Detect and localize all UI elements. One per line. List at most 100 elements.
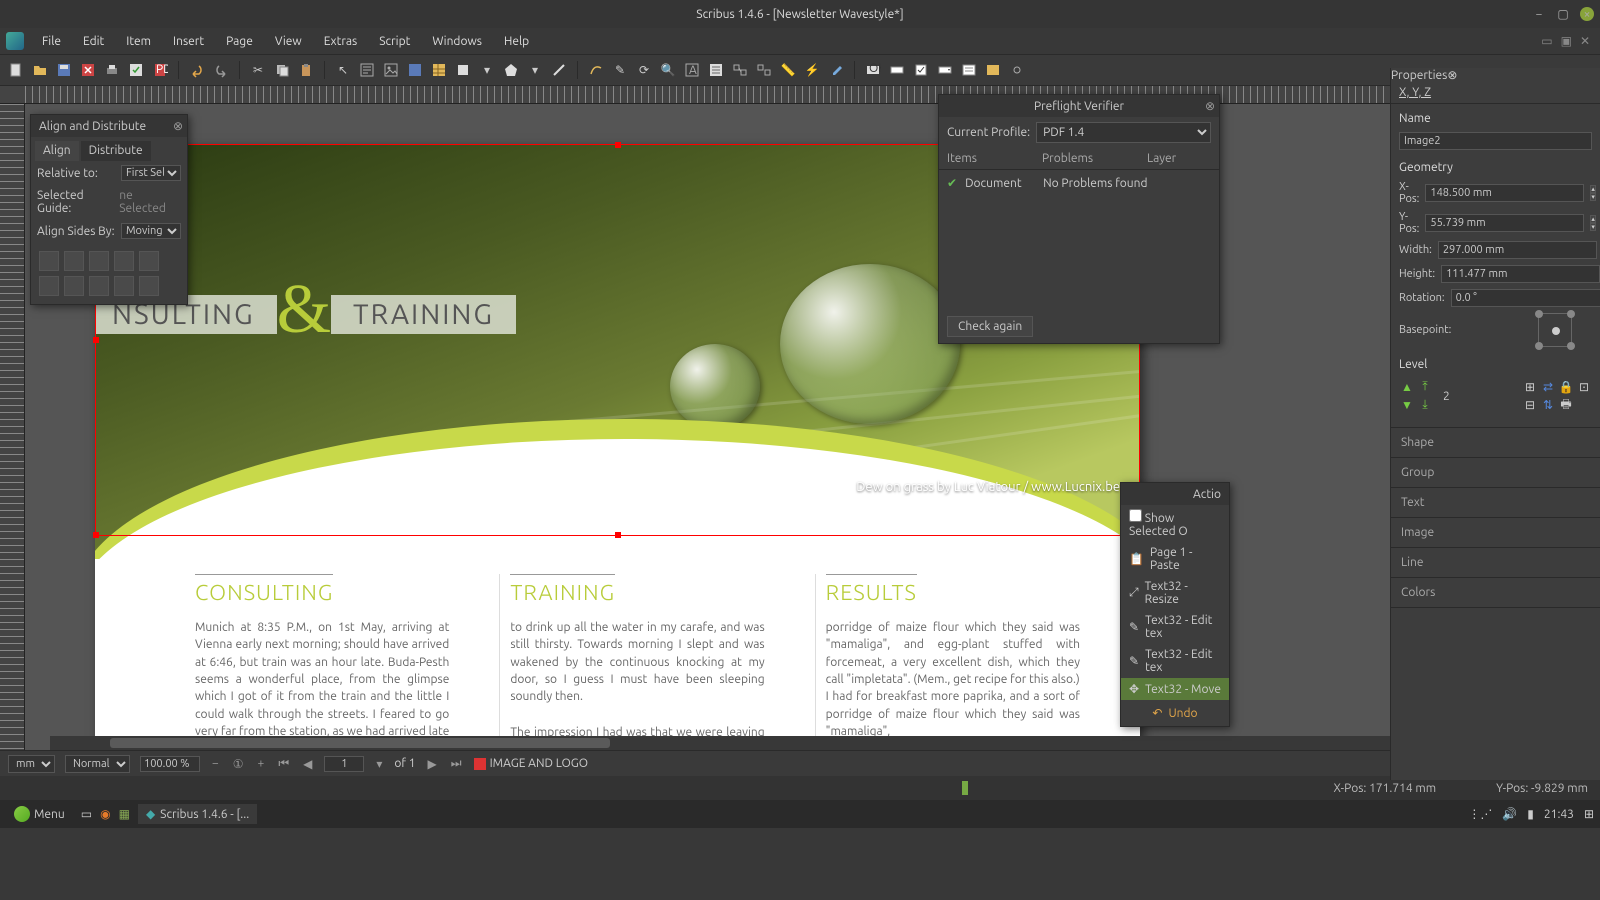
undo-icon[interactable]: [187, 60, 207, 80]
maximize-button[interactable]: ▢: [1556, 7, 1570, 21]
history-item[interactable]: 📋Page 1 - Paste: [1121, 542, 1229, 576]
preflight-panel[interactable]: Preflight Verifier⊗ Current Profile:PDF …: [938, 94, 1220, 344]
close-doc-icon[interactable]: [78, 60, 98, 80]
action-history-panel[interactable]: Actio Show Selected O 📋Page 1 - Paste ⤢T…: [1120, 482, 1230, 727]
tab-image[interactable]: Image: [1391, 518, 1600, 548]
spin-down-icon[interactable]: ▾: [1590, 193, 1596, 201]
xpos-input[interactable]: [1425, 184, 1584, 202]
history-item[interactable]: ✎Text32 - Edit tex: [1121, 610, 1229, 644]
paste-icon[interactable]: [296, 60, 316, 80]
zoom-in-icon[interactable]: +: [256, 757, 267, 770]
close-icon[interactable]: ⊗: [1205, 99, 1215, 113]
ypos-input[interactable]: [1425, 214, 1584, 232]
layer-selector[interactable]: IMAGE AND LOGO: [474, 757, 589, 770]
level-bottom-icon[interactable]: ⤓: [1417, 397, 1433, 413]
menu-page[interactable]: Page: [216, 32, 263, 51]
preflight-row[interactable]: ✔DocumentNo Problems found: [947, 174, 1211, 192]
align-center-h-icon[interactable]: [64, 251, 84, 271]
history-item-selected[interactable]: ✥Text32 - Move: [1121, 678, 1229, 700]
lock-icon[interactable]: 🔒: [1558, 379, 1574, 395]
measure-icon[interactable]: 📏: [778, 60, 798, 80]
line-icon[interactable]: [549, 60, 569, 80]
preview-mode-select[interactable]: Normal: [65, 755, 130, 773]
first-page-icon[interactable]: ⏮: [276, 757, 291, 771]
tab-group[interactable]: Group: [1391, 458, 1600, 488]
export-pdf-icon[interactable]: PDF: [150, 60, 170, 80]
freehand-icon[interactable]: ✎: [610, 60, 630, 80]
firefox-icon[interactable]: ◉: [100, 807, 110, 821]
unit-select[interactable]: mm: [8, 755, 55, 773]
pdf-link-icon[interactable]: [1007, 60, 1027, 80]
zoom-reset-icon[interactable]: ①: [231, 757, 246, 771]
width-input[interactable]: [1438, 241, 1597, 259]
last-page-icon[interactable]: ⏭: [449, 757, 464, 771]
close-icon[interactable]: ⊗: [173, 119, 183, 133]
align-sides-select[interactable]: Moving i: [121, 223, 181, 239]
tab-colors[interactable]: Colors: [1391, 578, 1600, 608]
tab-align[interactable]: Align: [35, 141, 79, 161]
menu-extras[interactable]: Extras: [314, 32, 368, 51]
menu-view[interactable]: View: [265, 32, 312, 51]
ruler-vertical[interactable]: [0, 104, 25, 750]
level-top-icon[interactable]: ⤒: [1417, 379, 1433, 395]
zoom-icon[interactable]: 🔍: [658, 60, 678, 80]
pdf-listbox-icon[interactable]: [959, 60, 979, 80]
pdf-button-icon[interactable]: OK: [863, 60, 883, 80]
menu-edit[interactable]: Edit: [73, 32, 114, 51]
next-page-icon[interactable]: ▶: [426, 757, 439, 771]
mdi-close-icon[interactable]: ✕: [1580, 34, 1590, 48]
open-icon[interactable]: [30, 60, 50, 80]
align-center-v-icon[interactable]: [64, 276, 84, 296]
pdf-textfield-icon[interactable]: [887, 60, 907, 80]
page-dropdown-icon[interactable]: ▾: [374, 757, 384, 771]
tray-overflow-icon[interactable]: ⊞: [1584, 807, 1594, 821]
preflight-icon[interactable]: [126, 60, 146, 80]
pdf-combobox-icon[interactable]: [935, 60, 955, 80]
close-button[interactable]: ×: [1580, 7, 1594, 21]
pdf-annot-icon[interactable]: [983, 60, 1003, 80]
history-item[interactable]: ✎Text32 - Edit tex: [1121, 644, 1229, 678]
copy-icon[interactable]: [272, 60, 292, 80]
name-input[interactable]: [1399, 132, 1592, 150]
copy-props-icon[interactable]: ⚡: [802, 60, 822, 80]
show-desktop-icon[interactable]: ▭: [81, 807, 92, 821]
height-input[interactable]: [1441, 265, 1600, 283]
align-left-icon[interactable]: [39, 251, 59, 271]
group-icon[interactable]: ⊞: [1522, 379, 1538, 395]
redo-icon[interactable]: [211, 60, 231, 80]
tab-shape[interactable]: Shape: [1391, 428, 1600, 458]
unlink-frames-icon[interactable]: [754, 60, 774, 80]
save-icon[interactable]: [54, 60, 74, 80]
check-again-button[interactable]: Check again: [947, 316, 1033, 337]
align-text-bottom-icon[interactable]: [139, 276, 159, 296]
zoom-out-icon[interactable]: −: [210, 757, 221, 770]
xyz-tab[interactable]: X, Y, Z: [1391, 82, 1600, 104]
flip-v-icon[interactable]: ⇅: [1540, 397, 1556, 413]
battery-icon[interactable]: ▮: [1527, 807, 1534, 821]
menu-script[interactable]: Script: [369, 32, 420, 51]
print-icon[interactable]: [102, 60, 122, 80]
align-top-icon[interactable]: [39, 276, 59, 296]
mdi-restore-icon[interactable]: ▣: [1561, 34, 1572, 48]
menu-help[interactable]: Help: [494, 32, 539, 51]
arrow-dd-icon[interactable]: ▾: [525, 60, 545, 80]
prev-page-icon[interactable]: ◀: [301, 757, 314, 771]
spin-up-icon[interactable]: ▴: [1590, 185, 1596, 193]
align-text-top-icon[interactable]: [114, 276, 134, 296]
menu-item[interactable]: Item: [116, 32, 161, 51]
wifi-icon[interactable]: ⋮⋰: [1468, 807, 1492, 821]
minimize-button[interactable]: −: [1532, 7, 1546, 21]
align-text-right-icon[interactable]: [139, 251, 159, 271]
scrollbar-horizontal[interactable]: [50, 736, 1600, 750]
canvas[interactable]: NSULTING & TRAINING Dew on grass by Luc …: [25, 104, 1600, 750]
show-selected-checkbox[interactable]: [1129, 509, 1142, 522]
rotate-icon[interactable]: ⟳: [634, 60, 654, 80]
properties-panel[interactable]: Properties⊗ X, Y, Z Name Geometry X-Pos:…: [1390, 68, 1600, 780]
flip-h-icon[interactable]: ⇄: [1540, 379, 1556, 395]
profile-select[interactable]: PDF 1.4: [1036, 122, 1211, 143]
render-frame-icon[interactable]: [405, 60, 425, 80]
print-enable-icon[interactable]: 🖶: [1558, 397, 1574, 413]
mdi-minimize-icon[interactable]: ▭: [1541, 34, 1552, 48]
table-icon[interactable]: [429, 60, 449, 80]
align-bottom-icon[interactable]: [89, 276, 109, 296]
